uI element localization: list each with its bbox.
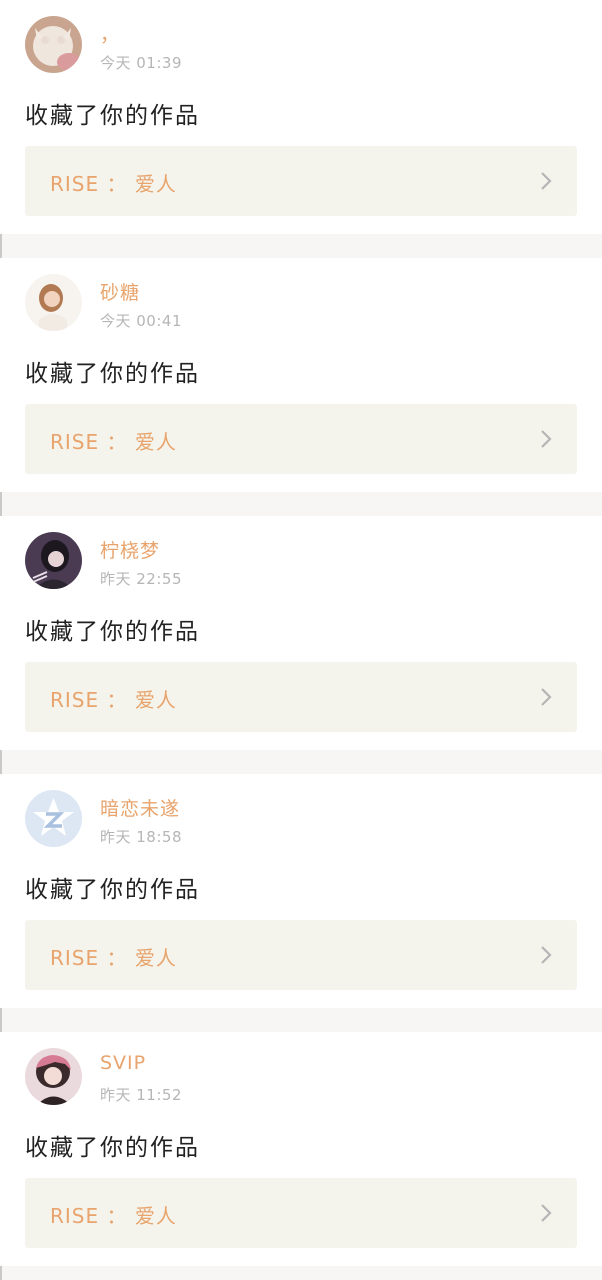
work-title: RISE ： 爱人: [50, 688, 177, 712]
girl-avatar-image: [25, 274, 82, 331]
username[interactable]: 暗恋未遂: [100, 794, 180, 821]
username[interactable]: 柠桡梦: [100, 536, 160, 563]
action-text: 收藏了你的作品: [25, 103, 200, 129]
action-text: 收藏了你的作品: [25, 361, 200, 387]
timestamp: 昨天 11:52: [100, 1086, 182, 1104]
avatar[interactable]: [25, 16, 82, 73]
notification-card: 暗恋未遂 昨天 18:58 收藏了你的作品 RISE ： 爱人: [0, 774, 602, 1008]
work-title: RISE ： 爱人: [50, 1204, 177, 1228]
timestamp: 昨天 22:55: [100, 570, 182, 588]
work-title: RISE ： 爱人: [50, 946, 177, 970]
timestamp: 今天 01:39: [100, 54, 182, 72]
username[interactable]: ，: [100, 20, 120, 47]
chevron-right-icon: [541, 172, 552, 190]
work-link[interactable]: RISE ： 爱人: [25, 146, 577, 216]
notification-card: ， 今天 01:39 收藏了你的作品 RISE ： 爱人: [0, 0, 602, 234]
avatar[interactable]: [25, 790, 82, 847]
work-title: RISE ： 爱人: [50, 172, 177, 196]
dark-girl-avatar-image: [25, 532, 82, 589]
action-text: 收藏了你的作品: [25, 1135, 200, 1161]
timestamp: 今天 00:41: [100, 312, 182, 330]
username[interactable]: SVIP: [100, 1052, 146, 1074]
chevron-right-icon: [541, 946, 552, 964]
notification-card: SVIP 昨天 11:52 收藏了你的作品 RISE ： 爱人: [0, 1032, 602, 1266]
work-link[interactable]: RISE ： 爱人: [25, 920, 577, 990]
action-text: 收藏了你的作品: [25, 619, 200, 645]
chevron-right-icon: [541, 688, 552, 706]
timestamp: 昨天 18:58: [100, 828, 182, 846]
work-link[interactable]: RISE ： 爱人: [25, 404, 577, 474]
chevron-right-icon: [541, 1204, 552, 1222]
notification-feed: ， 今天 01:39 收藏了你的作品 RISE ： 爱人 砂糖 今天 00:41…: [0, 0, 602, 1266]
action-text: 收藏了你的作品: [25, 877, 200, 903]
work-link[interactable]: RISE ： 爱人: [25, 1178, 577, 1248]
cat-avatar-image: [25, 16, 82, 73]
avatar[interactable]: [25, 1048, 82, 1105]
chevron-right-icon: [541, 430, 552, 448]
work-title: RISE ： 爱人: [50, 430, 177, 454]
notification-card: 柠桡梦 昨天 22:55 收藏了你的作品 RISE ： 爱人: [0, 516, 602, 750]
avatar[interactable]: [25, 274, 82, 331]
pink-hair-girl-avatar-image: [25, 1048, 82, 1105]
username[interactable]: 砂糖: [100, 278, 140, 305]
z-logo-avatar-image: [25, 790, 82, 847]
notification-card: 砂糖 今天 00:41 收藏了你的作品 RISE ： 爱人: [0, 258, 602, 492]
work-link[interactable]: RISE ： 爱人: [25, 662, 577, 732]
avatar[interactable]: [25, 532, 82, 589]
